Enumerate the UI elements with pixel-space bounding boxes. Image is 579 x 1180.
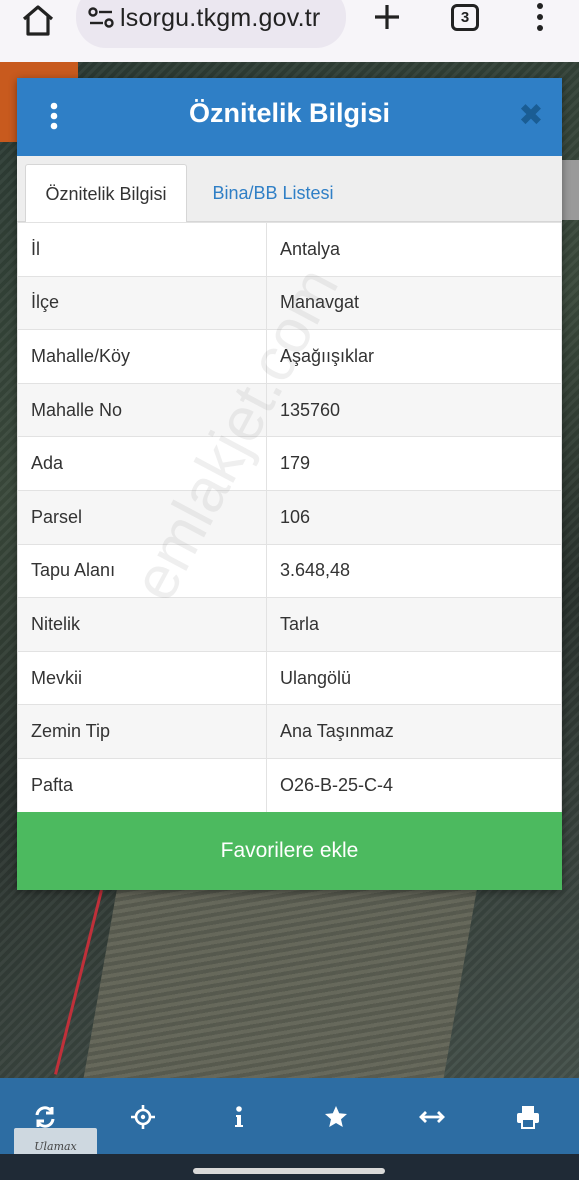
add-to-favorites-button[interactable]: Favorilere ekle (17, 812, 562, 890)
row-value: Ana Taşınmaz (266, 704, 562, 759)
locate-icon[interactable] (128, 1102, 158, 1132)
home-icon[interactable] (18, 2, 58, 38)
table-row: Tapu Alanı 3.648,48 (17, 543, 562, 599)
row-value: Ulangölü (266, 650, 562, 706)
row-key: Ada (17, 436, 267, 491)
tab-switcher-icon[interactable]: 3 (451, 4, 479, 31)
plus-icon[interactable] (370, 0, 404, 34)
table-row: İl Antalya (17, 222, 562, 277)
url-text: lsorgu.tkgm.gov.tr (120, 4, 321, 32)
table-row: Mahalle/Köy Aşağıışıklar (17, 329, 562, 384)
row-key: Pafta (17, 757, 267, 813)
tab-bar: Öznitelik Bilgisi Bina/BB Listesi (17, 156, 562, 223)
map-parcel-field (83, 890, 477, 1080)
site-info-icon[interactable] (88, 6, 114, 30)
attribute-table: İl Antalya İlçe Manavgat Mahalle/Köy Aşağıı… (17, 222, 562, 813)
row-key: Nitelik (17, 597, 267, 652)
row-value: 135760 (266, 382, 562, 438)
row-value: 106 (266, 489, 562, 545)
row-value: Manavgat (266, 275, 562, 331)
star-icon[interactable] (321, 1102, 351, 1132)
info-icon[interactable] (224, 1102, 254, 1132)
table-row: Nitelik Tarla (17, 597, 562, 652)
table-row: Parsel 106 (17, 489, 562, 545)
table-row: Mahalle No 135760 (17, 382, 562, 438)
row-key: İl (17, 222, 267, 277)
system-nav-bar (0, 1154, 579, 1180)
row-key: Zemin Tip (17, 704, 267, 759)
row-key: Parsel (17, 489, 267, 545)
address-bar[interactable]: lsorgu.tkgm.gov.tr (76, 0, 346, 48)
close-icon[interactable]: ✖ (517, 101, 545, 131)
row-value: Aşağıışıklar (266, 329, 562, 384)
gesture-handle[interactable] (193, 1168, 385, 1174)
table-row: İlçe Manavgat (17, 275, 562, 331)
row-value: 179 (266, 436, 562, 491)
print-icon[interactable] (513, 1102, 543, 1132)
row-key: Mevkii (17, 650, 267, 706)
measure-icon[interactable] (417, 1102, 447, 1132)
row-value: Tarla (266, 597, 562, 652)
row-value: 3.648,48 (266, 543, 562, 599)
tab-building-list[interactable]: Bina/BB Listesi (193, 164, 353, 223)
table-row: Zemin Tip Ana Taşınmaz (17, 704, 562, 759)
row-value: O26-B-25-C-4 (266, 757, 562, 813)
row-key: Tapu Alanı (17, 543, 267, 599)
dialog-header: Öznitelik Bilgisi ✖ (17, 78, 562, 156)
table-row: Ada 179 (17, 436, 562, 491)
row-key: İlçe (17, 275, 267, 331)
row-key: Mahalle/Köy (17, 329, 267, 384)
browser-toolbar: lsorgu.tkgm.gov.tr 3 (0, 0, 579, 62)
attribute-dialog: Öznitelik Bilgisi ✖ Öznitelik Bilgisi Bi… (17, 78, 562, 890)
row-value: Antalya (266, 222, 562, 277)
row-key: Mahalle No (17, 382, 267, 438)
dialog-title: Öznitelik Bilgisi (188, 98, 391, 128)
map-overlay-strip (562, 160, 579, 220)
table-row: Mevkii Ulangölü (17, 650, 562, 706)
table-row: Pafta O26-B-25-C-4 (17, 757, 562, 813)
more-vertical-icon[interactable] (528, 0, 552, 36)
tab-attribute-info[interactable]: Öznitelik Bilgisi (25, 164, 187, 223)
